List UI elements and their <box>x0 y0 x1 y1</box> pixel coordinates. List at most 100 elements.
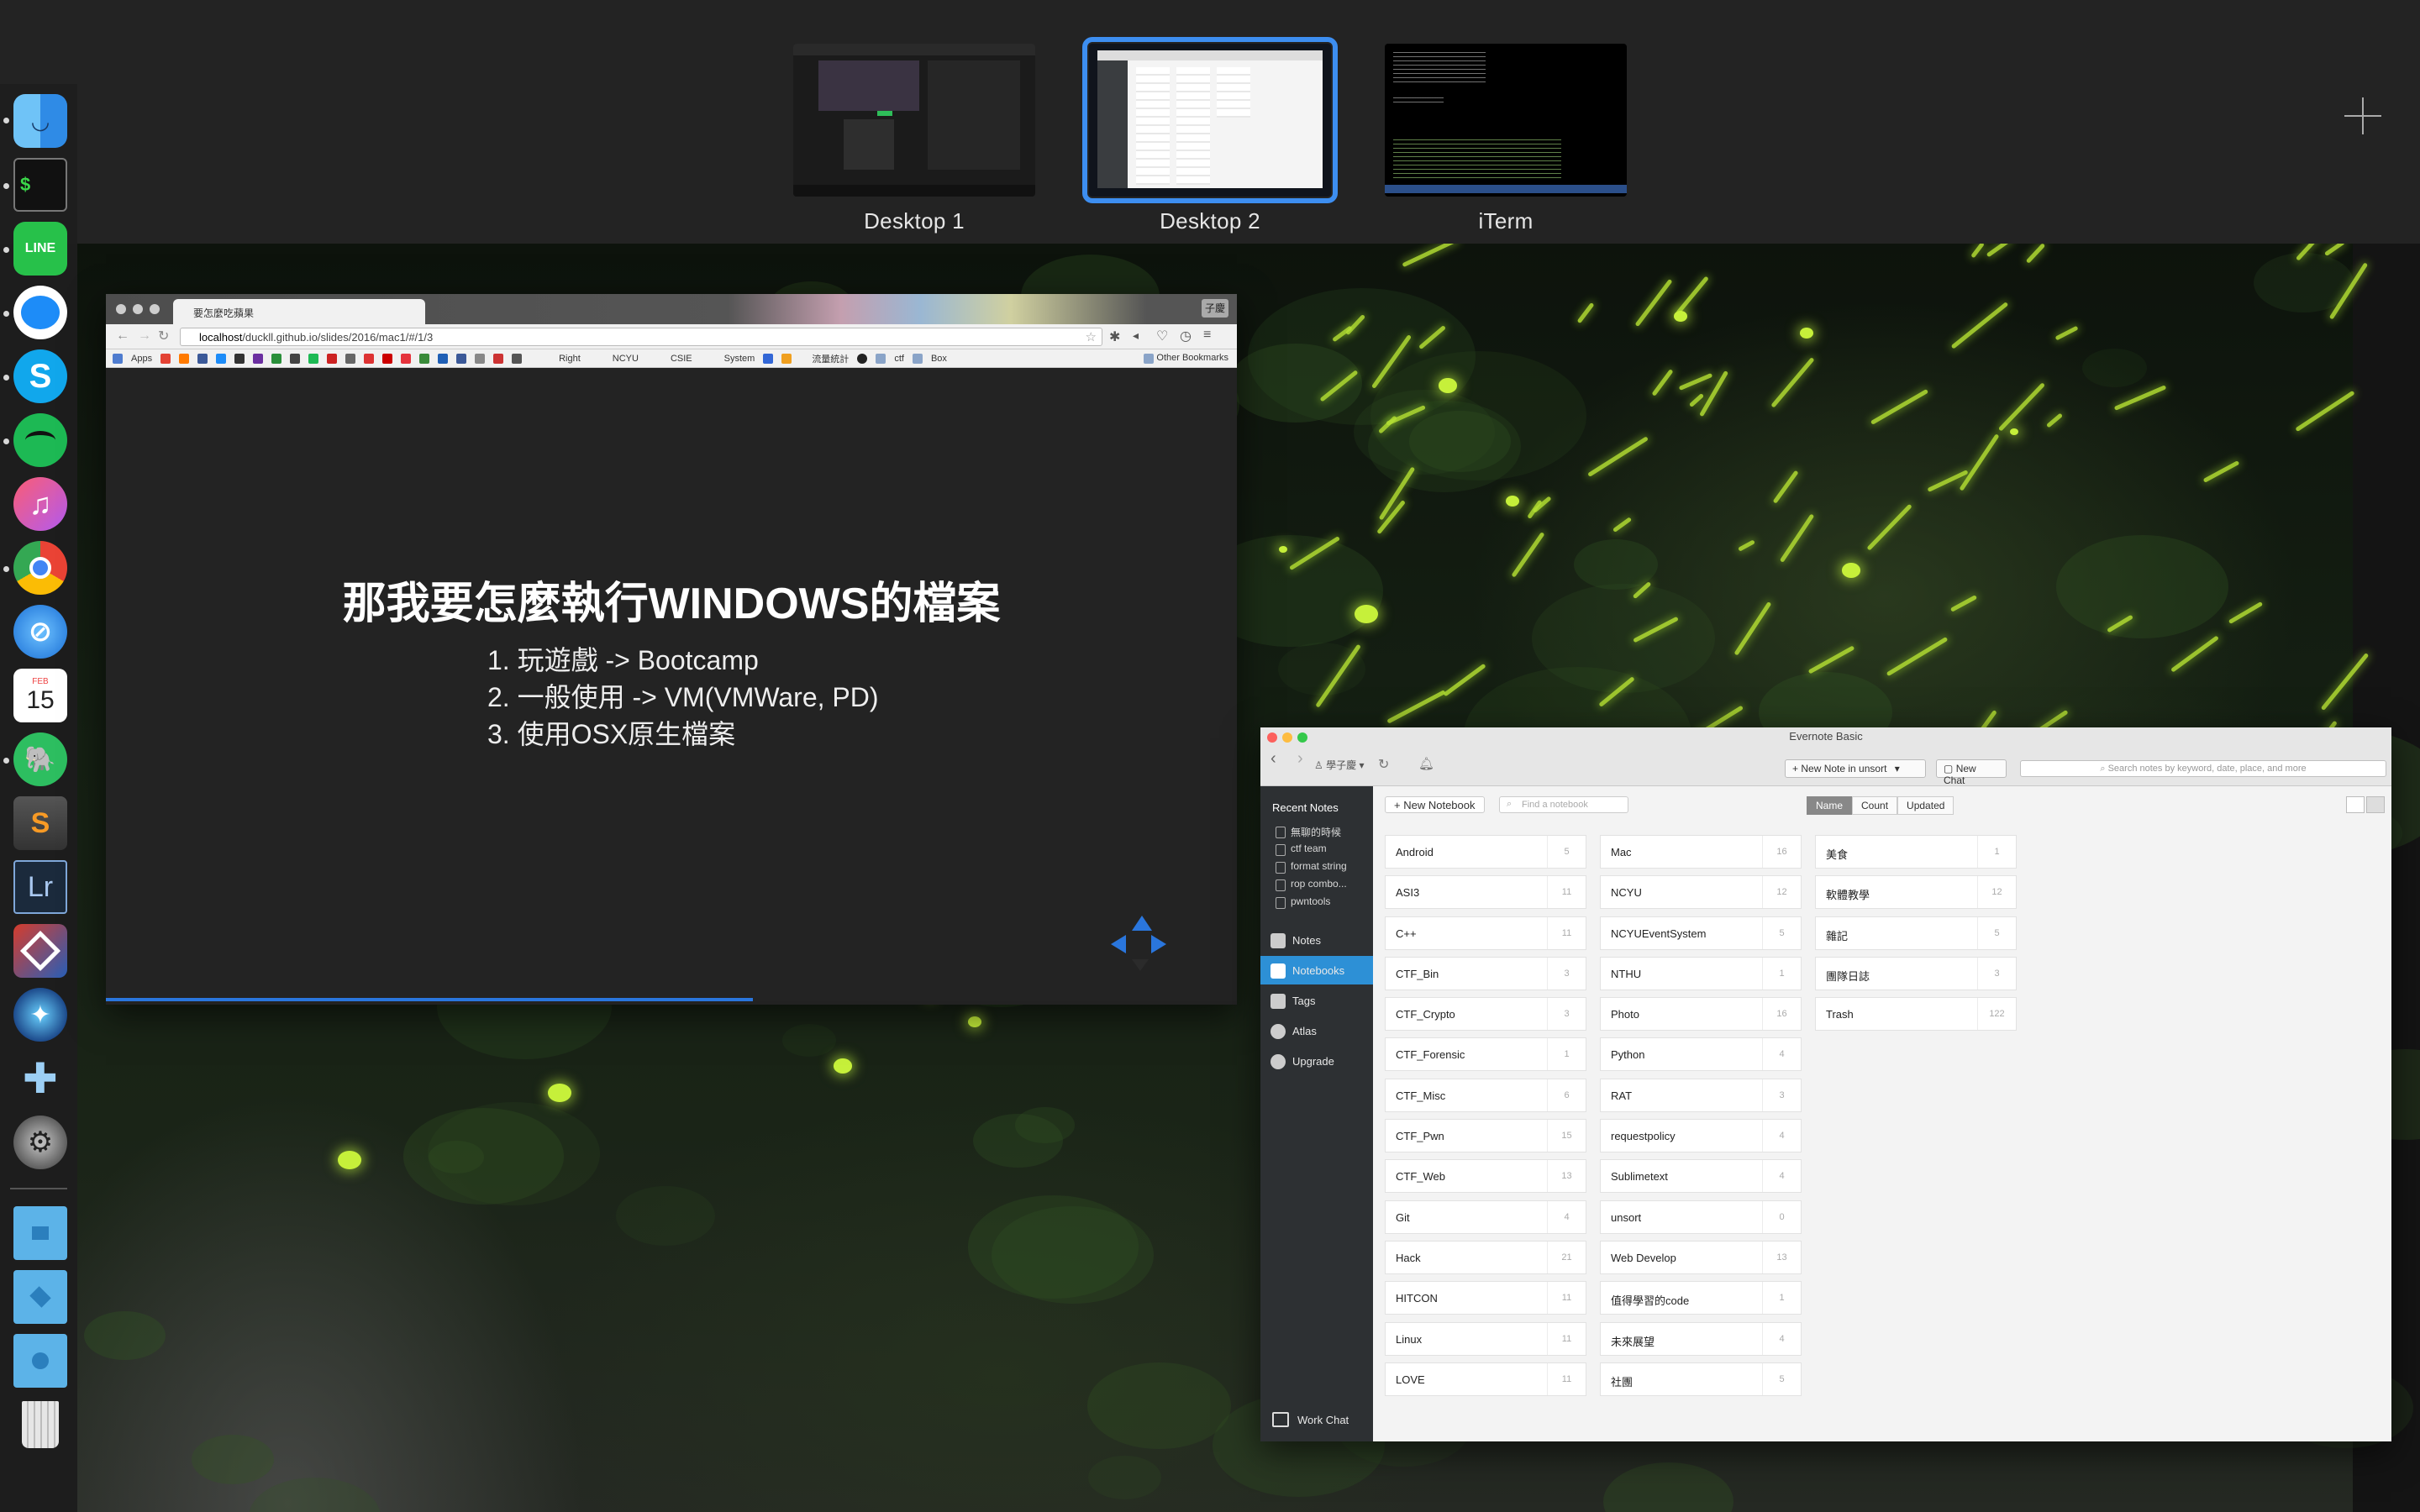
bookmark-box[interactable]: Box <box>931 354 947 364</box>
notebook-card[interactable]: 未來展望 4 <box>1600 1321 1802 1356</box>
bookmark-csie[interactable]: CSIE <box>671 354 692 364</box>
browser-tab[interactable]: 要怎麼吃蘋果 <box>173 299 425 324</box>
applications-folder-icon[interactable] <box>13 1270 67 1324</box>
new-chat-button[interactable]: ▢ New Chat <box>1936 759 2007 786</box>
space-thumbnail[interactable] <box>1385 44 1627 197</box>
bell-icon[interactable]: 🔔︎ <box>1418 756 1434 771</box>
dropbox-folder-icon[interactable] <box>13 1206 67 1260</box>
notebook-card[interactable]: NCYUEventSystem 5 <box>1600 916 1802 950</box>
space-thumbnail[interactable] <box>1082 37 1338 203</box>
close-button[interactable] <box>1267 732 1277 743</box>
skype-icon[interactable]: S <box>13 349 67 403</box>
address-bar[interactable]: localhost/duckll.github.io/slides/2016/m… <box>180 328 1102 346</box>
notebook-card[interactable]: requestpolicy 4 <box>1600 1119 1802 1153</box>
bookmark-favicon[interactable] <box>327 353 338 364</box>
extension-icon[interactable]: ✱ <box>1109 328 1120 345</box>
zoom-button[interactable] <box>150 304 160 314</box>
space-desktop-2[interactable]: Desktop 2 <box>1082 37 1338 234</box>
spotify-icon[interactable] <box>13 413 67 467</box>
zoom-button[interactable] <box>1297 732 1307 743</box>
bookmark-favicon[interactable] <box>438 353 449 364</box>
github-icon[interactable] <box>857 353 868 364</box>
menu-icon[interactable]: ≡ <box>1203 328 1211 343</box>
notebook-card[interactable]: Photo 16 <box>1600 997 1802 1032</box>
notebook-card[interactable]: 社團 5 <box>1600 1362 1802 1396</box>
sync-icon[interactable]: ↻ <box>1378 756 1389 773</box>
bookmark-favicon[interactable] <box>781 353 792 364</box>
back-chevron-icon[interactable]: ‹ <box>1270 749 1276 769</box>
bookmark-favicon[interactable] <box>308 353 319 364</box>
chrome-window[interactable]: 要怎麼吃蘋果 子慶 ← → ↻ localhost/duckll.github.… <box>106 294 1237 1005</box>
recent-note[interactable]: rop combo... <box>1276 878 1347 891</box>
notebook-card[interactable]: HITCON 11 <box>1385 1281 1586 1315</box>
bookmark-favicon[interactable] <box>179 353 190 364</box>
chrome-titlebar[interactable]: 要怎麼吃蘋果 子慶 <box>106 294 1237 324</box>
account-menu[interactable]: ♙ 學子慶 ▾ <box>1314 758 1364 772</box>
finder-icon[interactable]: ◡ <box>13 94 67 148</box>
bookmark-favicon[interactable] <box>493 353 504 364</box>
notebook-card[interactable]: 軟體教學 12 <box>1815 875 2017 910</box>
parallels-icon[interactable] <box>13 924 67 978</box>
nav-left-arrow-icon[interactable] <box>1111 935 1126 953</box>
bookmark-favicon[interactable] <box>271 353 282 364</box>
sort-name-button[interactable]: Name <box>1807 796 1853 815</box>
minimize-button[interactable] <box>1282 732 1292 743</box>
find-notebook-input[interactable]: ⌕ Find a notebook <box>1499 796 1628 813</box>
bookmark-favicon[interactable] <box>364 353 375 364</box>
chevron-down-icon[interactable]: ▾ <box>1895 763 1900 774</box>
bookmark-favicon[interactable] <box>234 353 245 364</box>
bookmark-favicon[interactable] <box>345 353 356 364</box>
bookmark-favicon[interactable] <box>290 353 301 364</box>
notebook-card[interactable]: Git 4 <box>1385 1200 1586 1234</box>
recent-note[interactable]: 無聊的時候 <box>1275 825 1341 839</box>
bookmark-favicon[interactable] <box>216 353 227 364</box>
bookmark-favicon[interactable] <box>401 353 412 364</box>
bookmark-favicon[interactable] <box>253 353 264 364</box>
notebook-card[interactable]: C++ 11 <box>1385 916 1586 950</box>
sidebar-item-atlas[interactable]: Atlas <box>1260 1016 1373 1045</box>
notebook-card[interactable]: Trash 122 <box>1815 997 2017 1032</box>
bookmark-favicon[interactable] <box>763 353 774 364</box>
notebook-card[interactable]: CTF_Crypto 3 <box>1385 997 1586 1032</box>
downloads-folder-icon[interactable] <box>13 1334 67 1388</box>
lightroom-icon[interactable]: Lr <box>13 860 67 914</box>
bookmark-favicon[interactable] <box>475 353 486 364</box>
bookmark-traffic-stats[interactable]: 流量統計 <box>812 352 849 365</box>
bookmark-favicon[interactable] <box>512 353 523 364</box>
notebook-card[interactable]: Mac 16 <box>1600 835 1802 869</box>
bookmark-favicon[interactable] <box>197 353 208 364</box>
notebook-card[interactable]: unsort 0 <box>1600 1200 1802 1234</box>
notebook-card[interactable]: Linux 11 <box>1385 1321 1586 1356</box>
forward-arrow-icon[interactable]: → <box>138 328 151 344</box>
new-note-button[interactable]: + New Note in unsort ▾ <box>1785 759 1926 778</box>
notebook-card[interactable]: CTF_Forensic 1 <box>1385 1037 1586 1072</box>
notebook-card[interactable]: Android 5 <box>1385 835 1586 869</box>
bookmark-apps[interactable]: Apps <box>131 354 152 364</box>
extension-icon[interactable]: ◂ <box>1133 328 1139 343</box>
grid-view-icon[interactable] <box>2346 796 2365 813</box>
sidebar-item-notebooks[interactable]: Notebooks <box>1260 956 1373 984</box>
nav-up-arrow-icon[interactable] <box>1132 916 1152 931</box>
notebook-card[interactable]: 美食 1 <box>1815 835 2017 869</box>
star-icon[interactable]: ☆ <box>1086 329 1097 344</box>
instruments-icon[interactable]: ✦ <box>13 988 67 1042</box>
list-view-icon[interactable] <box>2366 796 2385 813</box>
evernote-titlebar[interactable]: Evernote Basic <box>1260 727 2391 754</box>
notebook-card[interactable]: 團隊日誌 3 <box>1815 956 2017 990</box>
forward-chevron-icon[interactable]: › <box>1297 749 1303 769</box>
ppsspp-icon[interactable]: ✚ <box>13 1052 67 1105</box>
minimize-button[interactable] <box>133 304 143 314</box>
notebook-card[interactable]: RAT 3 <box>1600 1078 1802 1112</box>
itunes-icon[interactable]: ♫ <box>13 477 67 531</box>
notebook-card[interactable]: Hack 21 <box>1385 1240 1586 1274</box>
recent-note[interactable]: format string <box>1276 860 1347 874</box>
recent-note[interactable]: ctf team <box>1276 843 1327 856</box>
add-space-plus-icon[interactable] <box>2344 97 2381 134</box>
sort-count-button[interactable]: Count <box>1852 796 1898 815</box>
nav-down-arrow-icon[interactable] <box>1132 959 1149 971</box>
search-input[interactable]: ⌕ Search notes by keyword, date, place, … <box>2020 760 2386 777</box>
reload-icon[interactable]: ↻ <box>158 328 169 344</box>
space-iterm[interactable]: iTerm <box>1385 44 1627 234</box>
notebook-card[interactable]: Sublimetext 4 <box>1600 1159 1802 1194</box>
new-notebook-button[interactable]: + New Notebook <box>1385 796 1485 813</box>
